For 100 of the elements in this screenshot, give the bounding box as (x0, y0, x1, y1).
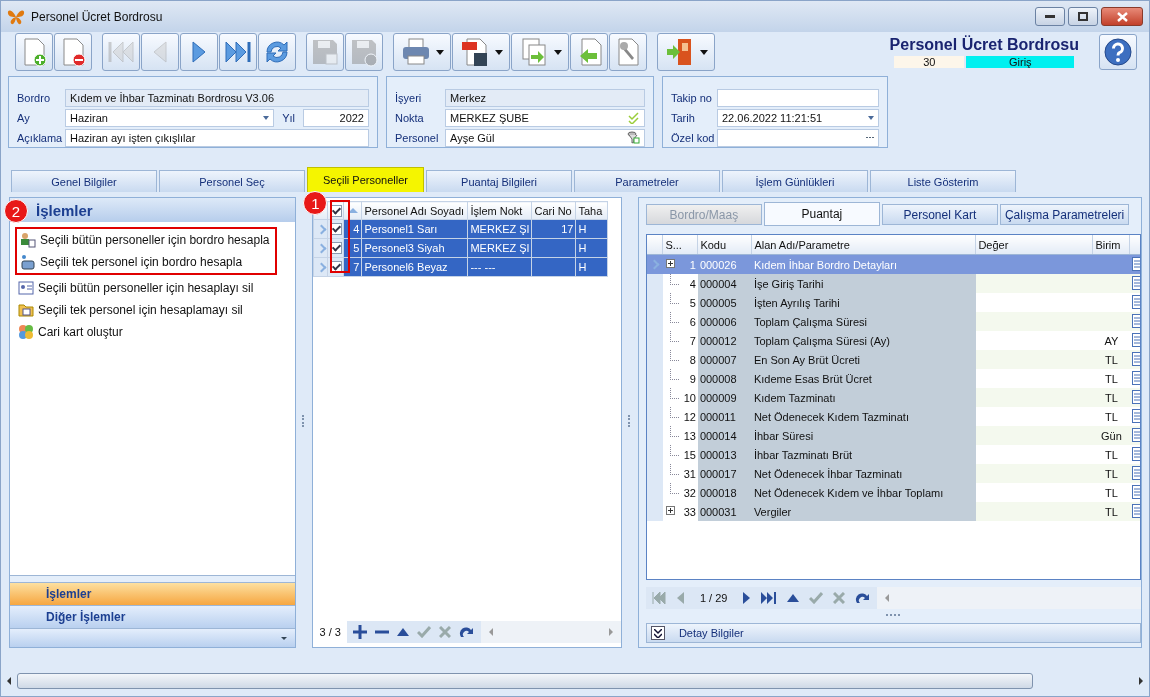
tab[interactable]: Personel Kart (881, 204, 998, 225)
action-link[interactable]: Cari kart oluştur (38, 325, 123, 339)
column-header[interactable]: Değer (975, 235, 1093, 255)
tab[interactable]: Puantaj Bilgileri (426, 170, 572, 192)
document-icon[interactable] (1131, 256, 1140, 271)
splitter-grip[interactable] (10, 575, 296, 582)
field-label: Personel (395, 131, 440, 144)
expand-icon[interactable] (650, 626, 665, 640)
maximize-button[interactable] (1068, 7, 1098, 26)
document-icon[interactable] (1131, 370, 1140, 385)
table-cell: Net Ödenecek Kıdem ve İhbar Toplamı (751, 483, 976, 502)
help-button[interactable] (1099, 34, 1137, 70)
tab[interactable]: İşlem Günlükleri (722, 170, 868, 192)
table-cell: 000013 (697, 445, 752, 464)
tab[interactable]: Parametreler (574, 170, 720, 192)
document-icon[interactable] (1131, 294, 1140, 309)
scrollbar[interactable] (877, 587, 1141, 609)
document-icon[interactable] (1131, 351, 1140, 366)
column-header[interactable]: Cari No (531, 201, 576, 220)
table-cell: İhbar Tazminatı Brüt (751, 445, 976, 464)
input-field[interactable]: Kıdem ve İhbar Tazminatı Bordrosu V3.06 (65, 89, 369, 108)
sort-icon[interactable] (347, 208, 358, 213)
up-icon[interactable] (787, 594, 800, 602)
action-link[interactable]: Seçili bütün personeller için hesaplayı sil (38, 281, 254, 295)
add-icon[interactable] (352, 625, 367, 639)
scroll-left-icon[interactable] (7, 677, 11, 685)
next-button[interactable] (180, 33, 218, 71)
detail-bar[interactable]: Detay Bilgiler (645, 623, 1141, 643)
document-icon[interactable] (1131, 503, 1140, 518)
tab[interactable]: Personel Seç (159, 170, 305, 192)
print-button[interactable] (393, 33, 451, 71)
tab[interactable]: Liste Gösterim (870, 170, 1016, 192)
table-cell: 10 (683, 391, 696, 404)
table-cell: 000006 (697, 312, 752, 331)
delete-button[interactable] (54, 33, 92, 71)
expand-icon[interactable] (665, 259, 675, 268)
last-icon[interactable] (761, 592, 778, 604)
input-field[interactable] (717, 89, 879, 108)
tab[interactable]: Seçili Personeller (307, 167, 424, 192)
document-icon[interactable] (1131, 389, 1140, 404)
table-cell: İşten Ayrılış Tarihi (751, 293, 976, 312)
minimize-button[interactable] (1035, 7, 1065, 26)
column-header[interactable]: Kodu (697, 235, 752, 255)
column-header[interactable]: Personel Adı Soyadı (361, 201, 468, 220)
table-cell: 7 (689, 334, 696, 347)
action-link[interactable]: Seçili tek personel için bordro hesapla (40, 255, 243, 269)
document-icon[interactable] (1131, 484, 1140, 499)
check-icon[interactable] (809, 592, 824, 604)
splitter-grip[interactable] (302, 415, 307, 427)
butterfly-icon (7, 8, 25, 25)
table-cell: TL (1104, 467, 1118, 480)
exit-button[interactable] (657, 33, 715, 71)
section-header[interactable]: İşlemler (10, 582, 296, 605)
import-button[interactable] (570, 33, 608, 71)
pdf-button[interactable] (452, 33, 510, 71)
input-field[interactable]: Merkez (445, 89, 645, 108)
tools-button[interactable] (609, 33, 647, 71)
tree-line (669, 464, 679, 475)
dropdown-field[interactable]: 22.06.2022 11:21:51 (717, 109, 879, 127)
action-link[interactable]: Seçili bütün personeller için bordro hesapla (40, 233, 270, 247)
scroll-right-icon[interactable] (1139, 677, 1143, 685)
input-field[interactable] (717, 128, 879, 147)
action-link[interactable]: Seçili tek personel için hesaplamayı sil (38, 303, 243, 317)
input-field[interactable]: Ayşe Gül (445, 128, 645, 147)
input-field[interactable]: MERKEZ ŞUBE (445, 109, 645, 127)
column-header[interactable]: Alan Adı/Parametre (751, 235, 976, 255)
refresh-button[interactable] (258, 33, 296, 71)
document-icon[interactable] (1131, 332, 1140, 347)
tab[interactable]: Genel Bilgiler (11, 170, 157, 192)
next-icon[interactable] (743, 592, 752, 604)
last-button[interactable] (219, 33, 257, 71)
document-icon[interactable] (1131, 465, 1140, 480)
document-icon[interactable] (1131, 427, 1140, 442)
scroll-thumb[interactable] (17, 673, 1033, 689)
document-icon[interactable] (1131, 313, 1140, 328)
close-button[interactable] (1101, 7, 1143, 26)
up-icon[interactable] (396, 628, 409, 636)
document-icon[interactable] (1131, 408, 1140, 423)
tree-line (669, 331, 679, 342)
column-header[interactable]: Taha (575, 201, 608, 220)
column-header[interactable]: İşlem Nokt (467, 201, 532, 220)
splitter-grip[interactable] (886, 614, 901, 618)
dropdown-field[interactable]: Haziran (65, 109, 275, 127)
check-icon[interactable] (416, 626, 431, 638)
splitter-grip[interactable] (627, 415, 632, 427)
section-header[interactable]: Diğer İşlemler (10, 605, 296, 628)
redo-icon[interactable] (855, 592, 872, 604)
column-header[interactable]: Birim (1092, 235, 1130, 255)
window-title: Personel Ücret Bordrosu (31, 9, 163, 24)
input-field[interactable]: 2022 (303, 109, 369, 127)
tree-line (669, 350, 679, 361)
tab[interactable]: Çalışma Parametreleri (999, 204, 1130, 225)
expand-icon[interactable] (665, 506, 675, 515)
tab[interactable]: Puantaj (763, 202, 880, 226)
input-field[interactable]: Haziran ayı işten çıkışlılar (65, 128, 369, 147)
new-button[interactable] (15, 33, 53, 71)
document-icon[interactable] (1131, 446, 1140, 461)
document-icon[interactable] (1131, 275, 1140, 290)
column-header[interactable]: S... (662, 235, 698, 255)
redo-icon[interactable] (458, 626, 475, 638)
